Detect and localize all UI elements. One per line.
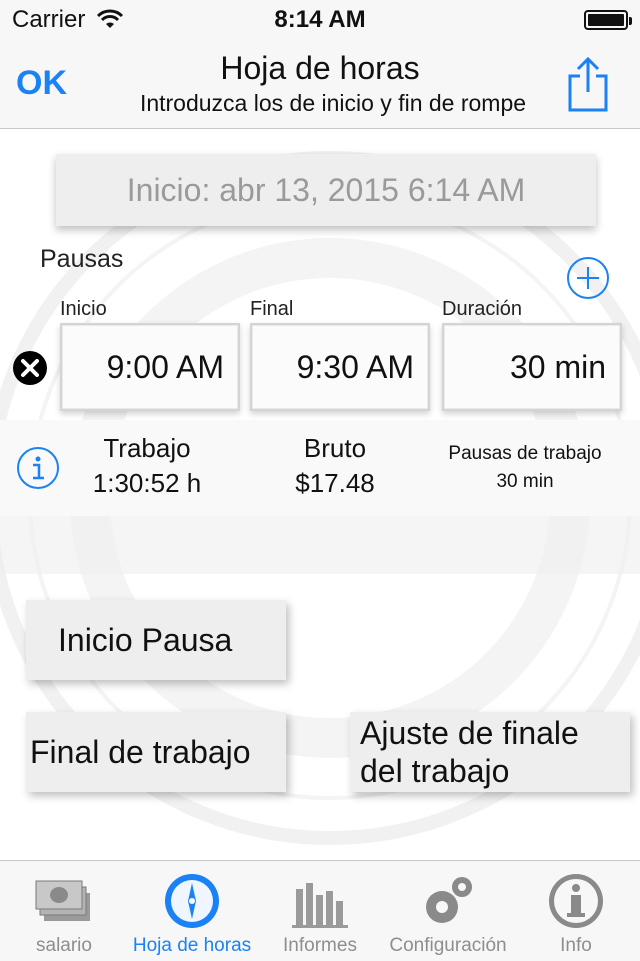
start-pause-button[interactable]: Inicio Pausa <box>26 600 286 680</box>
column-header-end: Final <box>250 298 294 320</box>
breaks-label: Pausas de trabajo <box>448 443 602 464</box>
tab-label-informes: Informes <box>283 935 357 956</box>
work-value: 1:30:52 h <box>92 468 202 498</box>
tab-label-hoja-de-horas: Hoja de horas <box>132 935 252 956</box>
adjust-end-button[interactable]: Ajuste de finale del trabajo <box>350 712 630 792</box>
clock: 8:14 AM <box>274 6 366 33</box>
column-header-duration: Duración <box>442 298 523 320</box>
end-work-button[interactable]: Final de trabajo <box>26 712 286 792</box>
bar-chart-icon <box>292 883 348 928</box>
adjust-end-label-line1: Ajuste de finale <box>360 714 579 751</box>
pause-duration-field[interactable]: 30 min <box>442 323 622 411</box>
work-summary: Trabajo 1:30:52 h <box>72 433 222 499</box>
pause-end-field[interactable]: 9:30 AM <box>250 323 430 411</box>
page-subtitle: Introduzca los de inicio y fin de rompe <box>139 90 527 116</box>
column-header-start: Inicio <box>60 298 107 320</box>
divider-band <box>0 516 640 574</box>
pause-start-field[interactable]: 9:00 AM <box>60 323 240 411</box>
gross-summary: Bruto $17.48 <box>260 433 410 499</box>
info-icon[interactable] <box>16 446 60 490</box>
battery-icon <box>584 10 632 30</box>
gross-label: Bruto <box>303 433 367 463</box>
page-title: Hoja de horas <box>220 50 420 86</box>
tab-info[interactable]: Info <box>512 861 640 961</box>
delete-pause-icon[interactable] <box>12 350 48 386</box>
tab-label-info: Info <box>560 935 592 956</box>
gears-icon <box>426 877 472 923</box>
tab-bar: salario Hoja de horas Informes Configura… <box>0 860 640 961</box>
breaks-value: 30 min <box>496 471 554 492</box>
share-icon[interactable] <box>566 56 610 112</box>
add-pause-icon[interactable] <box>566 256 610 300</box>
tab-label-configuracion: Configuración <box>389 935 507 956</box>
start-time-button[interactable]: Inicio: abr 13, 2015 6:14 AM <box>56 154 596 226</box>
compass-icon <box>165 874 219 928</box>
breaks-summary: Pausas de trabajo 30 min <box>430 443 620 493</box>
info-tab-icon <box>549 874 603 928</box>
end-work-label: Final de trabajo <box>30 733 251 770</box>
tab-configuracion[interactable]: Configuración <box>384 861 512 961</box>
money-icon <box>35 880 90 921</box>
status-bar: Carrier 8:14 AM <box>0 0 640 40</box>
navigation-bar: OK Hoja de horas Introduzca los de inici… <box>0 40 640 129</box>
gross-value: $17.48 <box>295 468 375 498</box>
start-pause-label: Inicio Pausa <box>58 621 233 658</box>
tab-informes[interactable]: Informes <box>256 861 384 961</box>
work-label: Trabajo <box>103 433 191 463</box>
tab-hoja-de-horas[interactable]: Hoja de horas <box>128 861 256 961</box>
adjust-end-label-line2: del trabajo <box>360 753 510 789</box>
pauses-section-label: Pausas <box>40 245 124 273</box>
tab-salario[interactable]: salario <box>0 861 128 961</box>
tab-label-salario: salario <box>36 935 92 956</box>
